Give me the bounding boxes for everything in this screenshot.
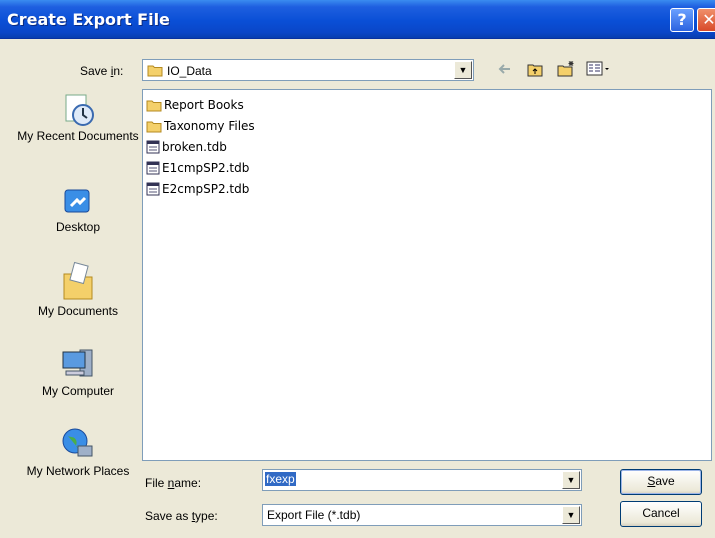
close-button[interactable]: ✕ [697, 8, 715, 32]
help-button[interactable]: ? [670, 8, 694, 32]
file-name: Report Books [164, 98, 244, 112]
file-list[interactable]: Report Books Taxonomy Files broken.tdb E… [142, 89, 712, 461]
save-in-dropdown[interactable]: IO_Data ▼ [142, 59, 474, 81]
file-icon [146, 140, 160, 154]
network-places-icon [62, 428, 93, 457]
file-name-field[interactable]: fxexp ▼ [262, 469, 582, 491]
save-in-label-pre: Save [80, 64, 111, 78]
save-in-value: IO_Data [167, 64, 212, 78]
recent-documents-icon [65, 94, 94, 126]
new-folder-icon[interactable] [556, 60, 576, 78]
list-item[interactable]: Taxonomy Files [146, 118, 255, 135]
place-label: My Recent Documents [17, 129, 139, 143]
file-name: E1cmpSP2.tdb [162, 161, 250, 175]
desktop-icon [64, 189, 90, 213]
cancel-button[interactable]: Cancel [620, 501, 702, 527]
save-in-value-wrap: IO_Data [147, 63, 212, 78]
my-computer-icon [62, 349, 93, 377]
save-as-type-dropdown[interactable]: Export File (*.tdb) ▼ [262, 504, 582, 526]
export-dialog: Create Export File ? ✕ Save in: IO_Data … [0, 0, 715, 538]
save-button[interactable]: Save [620, 469, 702, 495]
folder-icon [147, 65, 163, 77]
place-label: My Documents [37, 304, 119, 318]
place-my-documents[interactable]: My Documents [16, 260, 140, 319]
save-in-label-post: n: [113, 64, 124, 78]
place-label: Desktop [55, 220, 101, 234]
window-title: Create Export File [7, 10, 170, 29]
file-name: broken.tdb [162, 140, 227, 154]
save-in-label: Save in: [80, 64, 123, 78]
chevron-down-icon[interactable]: ▼ [454, 61, 472, 79]
list-item[interactable]: Report Books [146, 97, 244, 114]
chevron-down-icon[interactable]: ▼ [562, 506, 580, 524]
list-item[interactable]: E2cmpSP2.tdb [146, 181, 249, 198]
place-my-computer[interactable]: My Computer [16, 346, 140, 399]
file-name-label: File name: [145, 476, 201, 490]
list-item[interactable]: broken.tdb [146, 139, 227, 156]
up-folder-icon[interactable] [526, 60, 544, 78]
place-label: My Network Places [26, 464, 130, 478]
file-name: E2cmpSP2.tdb [162, 182, 250, 196]
save-as-type-label-pre: Save as [145, 509, 192, 523]
save-as-type-label-post: ype: [195, 509, 218, 523]
folder-icon [146, 121, 162, 133]
place-desktop[interactable]: Desktop [16, 186, 140, 235]
chevron-down-icon[interactable]: ▼ [562, 471, 580, 489]
file-name-input[interactable]: fxexp [265, 472, 296, 486]
file-name-label-pre: File [145, 476, 168, 490]
title-bar[interactable]: Create Export File ? ✕ [0, 0, 715, 39]
save-as-type-value: Export File (*.tdb) [267, 508, 361, 522]
file-name: Taxonomy Files [164, 119, 255, 133]
list-item[interactable]: E1cmpSP2.tdb [146, 160, 249, 177]
file-icon [146, 182, 160, 196]
place-recent-documents[interactable]: My Recent Documents [16, 93, 140, 144]
view-menu-icon[interactable] [586, 60, 612, 78]
file-icon [146, 161, 160, 175]
place-label: My Computer [41, 384, 115, 398]
save-button-rest: ave [655, 474, 675, 488]
file-name-label-post: ame: [174, 476, 202, 490]
save-as-type-label: Save as type: [145, 509, 218, 523]
my-documents-icon [63, 261, 93, 300]
back-arrow-icon[interactable] [496, 60, 514, 78]
place-network[interactable]: My Network Places [16, 426, 140, 479]
folder-icon [146, 100, 162, 112]
places-bar: My Recent Documents Desktop My Documents… [16, 80, 140, 510]
